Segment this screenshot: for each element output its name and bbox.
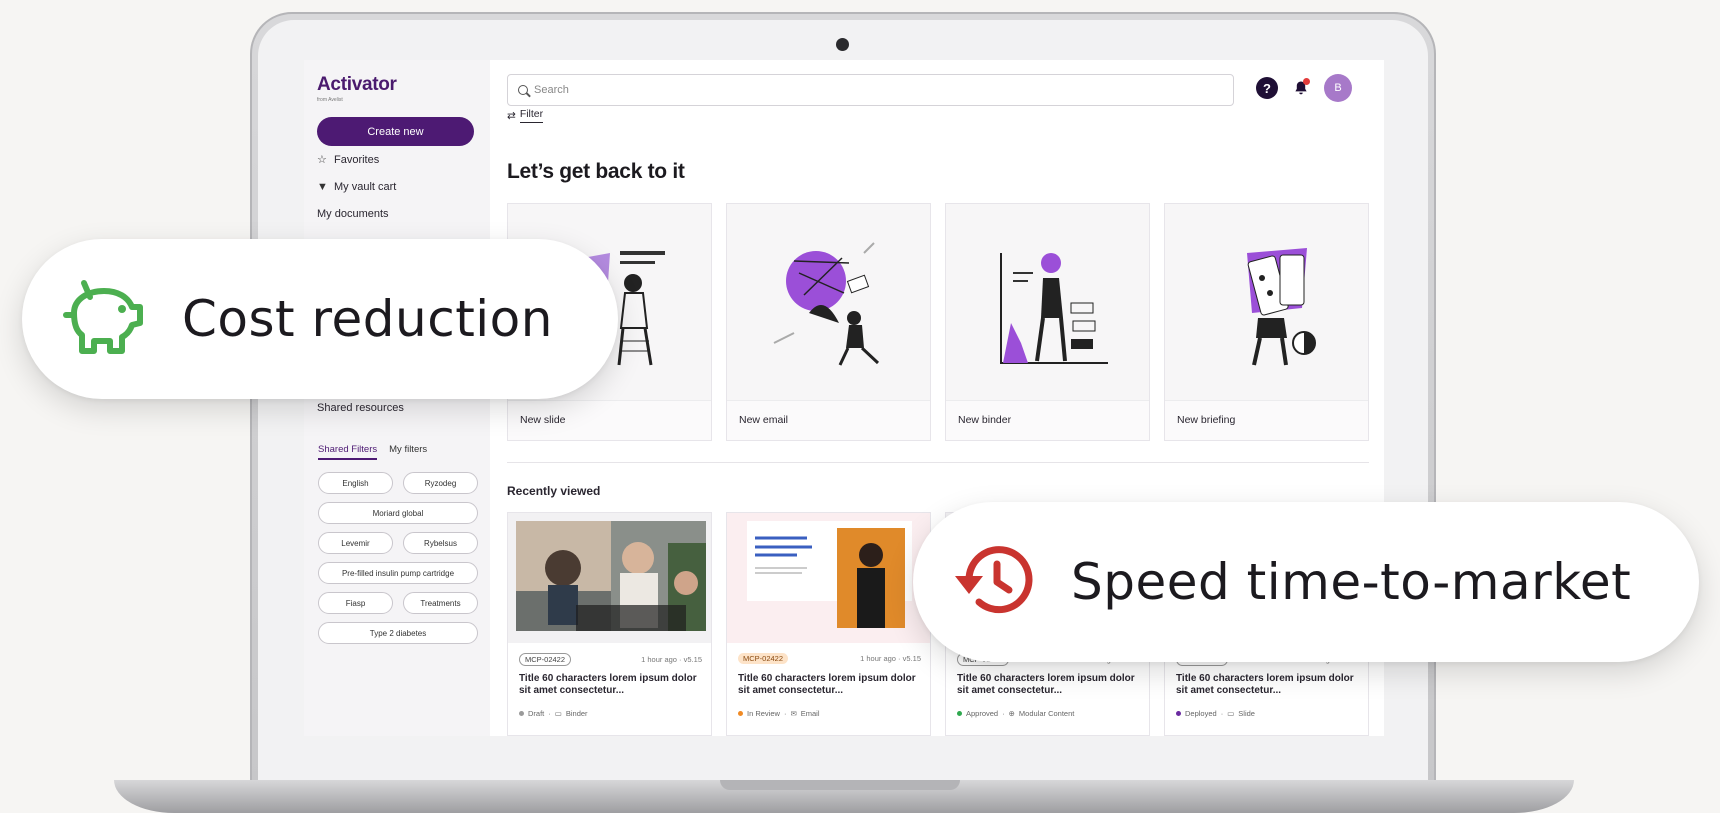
camera — [836, 38, 849, 51]
tile-new-briefing[interactable]: New briefing — [1164, 203, 1369, 441]
callout-text: Cost reduction — [182, 290, 553, 348]
piggy-bank-icon — [60, 277, 144, 362]
tile-label: New email — [727, 400, 930, 440]
status-dot — [957, 711, 962, 716]
sidebar-item-shared-resources[interactable]: Shared resources — [317, 402, 404, 414]
card-id: MCP-02422 — [738, 653, 789, 664]
filter-chips: English Ryzodeg Moriard global Levemir R… — [318, 472, 478, 644]
type-label: Email — [800, 709, 820, 718]
type-label: Modular Content — [1018, 709, 1075, 718]
document-card[interactable]: MCP-02422 1 hour ago · v5.15 Title 60 ch… — [726, 512, 931, 736]
card-title: Title 60 characters lorem ipsum dolor si… — [1176, 673, 1354, 696]
filter-label: Filter — [519, 108, 544, 123]
card-time: 1 hour ago · v5.15 — [641, 655, 702, 664]
sidebar-item-label: Favorites — [334, 153, 380, 166]
filter-chip[interactable]: Ryzodeg — [403, 472, 478, 494]
notification-bell-icon[interactable] — [1290, 77, 1312, 99]
filter-chip[interactable]: Treatments — [403, 592, 478, 614]
avatar[interactable]: B — [1324, 74, 1352, 102]
sidebar-item-my-documents[interactable]: My documents — [317, 200, 477, 227]
tab-shared-filters[interactable]: Shared Filters — [318, 444, 378, 460]
create-new-button[interactable]: Create new — [317, 117, 474, 146]
tab-my-filters[interactable]: My filters — [389, 444, 427, 460]
card-thumbnail — [727, 513, 930, 643]
section-title: Recently viewed — [507, 484, 601, 498]
sliders-icon: ⇄ — [507, 109, 516, 122]
separator: · — [548, 709, 551, 718]
page-title: Let’s get back to it — [507, 160, 685, 183]
briefing-illustration — [1165, 204, 1368, 402]
app-logo-sub: from Avelist — [317, 97, 343, 103]
status-label: In Review — [747, 709, 780, 718]
app-logo: Activator — [317, 74, 397, 95]
laptop-notch — [720, 780, 960, 790]
search-input[interactable]: Search — [507, 74, 1234, 106]
separator: · — [783, 709, 787, 718]
card-footer: Deployed · ▭ Slide — [1176, 709, 1255, 718]
separator: · — [1220, 709, 1224, 718]
status-dot — [738, 711, 743, 716]
status-dot — [1176, 711, 1181, 716]
funnel-icon: ▼ — [317, 180, 328, 193]
filter-chip[interactable]: Rybelsus — [403, 532, 478, 554]
card-time: 1 hour ago · v5.15 — [860, 654, 921, 663]
sidebar-item-favorites[interactable]: ☆ Favorites — [317, 146, 477, 173]
type-label: Binder — [565, 709, 588, 718]
card-meta: MCP-02422 1 hour ago · v5.15 — [519, 653, 702, 666]
tile-label: New binder — [946, 400, 1149, 440]
cost-reduction-callout: Cost reduction — [22, 239, 618, 399]
card-meta: MCP-02422 1 hour ago · v5.15 — [738, 653, 921, 664]
filter-button[interactable]: ⇄ Filter — [507, 108, 544, 123]
card-footer: In Review · ✉ Email — [738, 709, 820, 718]
card-id: MCP-02422 — [519, 653, 572, 666]
document-card[interactable]: MCP-02422 1 hour ago · v5.15 Title 60 ch… — [507, 512, 712, 736]
slide-icon: ▭ — [1227, 709, 1235, 718]
type-label: Slide — [1238, 709, 1255, 718]
separator: · — [1002, 709, 1005, 718]
help-icon[interactable]: ? — [1256, 77, 1278, 99]
speed-callout: Speed time-to-market — [913, 502, 1699, 662]
search-icon — [518, 85, 528, 95]
header-actions: ? B — [1256, 74, 1352, 102]
tile-label: New briefing — [1165, 400, 1368, 440]
status-dot — [519, 711, 524, 716]
card-title: Title 60 characters lorem ipsum dolor si… — [519, 673, 697, 696]
email-icon: ✉ — [790, 709, 797, 718]
filter-chip[interactable]: Pre-filled insulin pump cartridge — [318, 562, 478, 584]
status-label: Deployed — [1185, 709, 1217, 718]
card-footer: Draft · ▭ Binder — [519, 709, 588, 718]
filter-chip[interactable]: Fiasp — [318, 592, 393, 614]
binder-illustration — [946, 204, 1149, 402]
binder-icon: ▭ — [554, 709, 562, 718]
history-clock-icon — [951, 542, 1035, 623]
card-title: Title 60 characters lorem ipsum dolor si… — [738, 673, 916, 696]
sidebar-item-label: My documents — [317, 207, 389, 220]
sidebar-item-label: My vault cart — [334, 180, 397, 193]
card-thumbnail — [508, 513, 711, 643]
card-title: Title 60 characters lorem ipsum dolor si… — [957, 673, 1135, 696]
tile-label: New slide — [508, 400, 711, 440]
notification-dot — [1303, 78, 1310, 85]
status-label: Draft — [528, 709, 545, 718]
status-label: Approved — [966, 709, 999, 718]
create-tiles: New slide New email New binder New brief… — [507, 203, 1369, 441]
filter-chip[interactable]: Levemir — [318, 532, 393, 554]
filter-chip[interactable]: Moriard global — [318, 502, 478, 524]
filter-tabs: Shared Filters My filters — [318, 444, 427, 460]
tile-new-binder[interactable]: New binder — [945, 203, 1150, 441]
modular-content-icon: ⊕ — [1008, 709, 1015, 718]
sidebar-item-vault-cart[interactable]: ▼ My vault cart — [317, 173, 477, 200]
filter-chip[interactable]: Type 2 diabetes — [318, 622, 478, 644]
section-divider — [507, 462, 1369, 463]
card-footer: Approved · ⊕ Modular Content — [957, 709, 1074, 718]
callout-text: Speed time-to-market — [1071, 553, 1632, 611]
filter-chip[interactable]: English — [318, 472, 393, 494]
star-icon: ☆ — [317, 154, 327, 166]
tile-new-email[interactable]: New email — [726, 203, 931, 441]
email-illustration — [727, 204, 930, 402]
search-placeholder: Search — [534, 84, 569, 96]
